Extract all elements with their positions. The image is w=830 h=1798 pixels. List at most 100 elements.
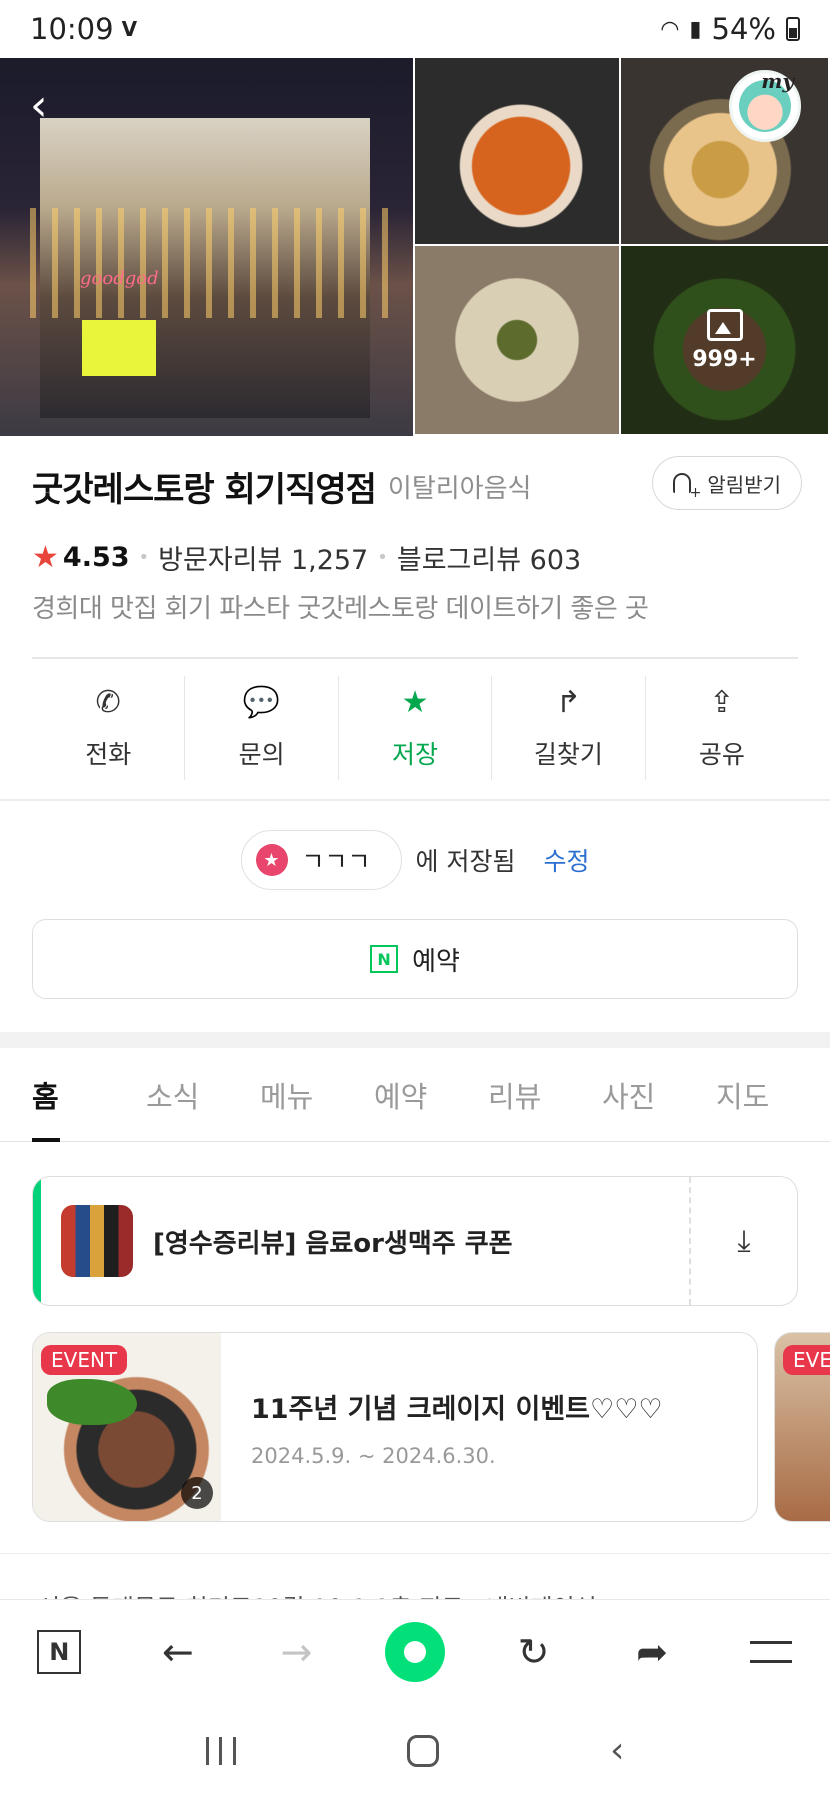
event-title: 11주년 기념 크레이지 이벤트♡♡♡	[251, 1394, 663, 1425]
back-arrow-icon[interactable]: ‹	[30, 84, 70, 128]
event-date: 2024.5.9. ~ 2024.6.30.	[251, 1444, 496, 1468]
naver-home-button[interactable]: N	[29, 1622, 89, 1682]
tab-reservation[interactable]: 예약	[374, 1048, 488, 1141]
photo-count: 999+	[692, 346, 757, 372]
reserve-label: 예약	[412, 946, 460, 977]
photo-dish-1[interactable]	[415, 58, 621, 246]
phone-icon: ✆	[95, 685, 121, 720]
call-label: 전화	[85, 740, 132, 769]
tab-news[interactable]: 소식	[146, 1048, 260, 1141]
separator-dot: •	[138, 547, 150, 568]
recents-icon[interactable]	[205, 1736, 236, 1765]
place-description: 경희대 맛집 회기 파스타 굿갓레스토랑 데이트하기 좋은 곳	[32, 594, 649, 624]
tab-home[interactable]: 홈	[32, 1048, 146, 1142]
inquiry-button[interactable]: 💬 문의	[185, 676, 339, 780]
notify-label: 알림받기	[707, 472, 781, 497]
place-name: 굿갓레스토랑 회기직영점	[32, 470, 377, 510]
back-icon[interactable]: ←	[148, 1622, 208, 1682]
image-icon	[706, 308, 743, 341]
forward-icon[interactable]: →	[266, 1622, 326, 1682]
event-card[interactable]: EVENT 2 11주년 기념 크레이지 이벤트♡♡♡ 2024.5.9. ~ …	[32, 1332, 758, 1522]
status-bar: 10:09 V ◠ ▮ 54%	[0, 0, 830, 58]
photo-dish-2[interactable]	[621, 58, 830, 246]
my-avatar[interactable]: my	[729, 69, 801, 142]
share-icon: ⇪	[709, 685, 735, 720]
naver-n-icon: N	[37, 1629, 82, 1674]
section-separator	[0, 1032, 830, 1048]
event-card-next[interactable]: EVE	[774, 1332, 830, 1522]
status-time: 10:09	[30, 12, 114, 46]
title-row: 굿갓레스토랑 회기직영점 이탈리아음식 알림받기	[32, 456, 802, 511]
green-dot-button[interactable]	[384, 1621, 445, 1682]
coupon-body[interactable]: [영수증리뷰] 음료or생맥주 쿠폰	[41, 1177, 691, 1305]
separator-dot: •	[377, 547, 388, 568]
bell-plus-icon	[673, 473, 701, 501]
download-icon[interactable]: ⤓	[691, 1177, 797, 1305]
coupon-card[interactable]: [영수증리뷰] 음료or생맥주 쿠폰 ⤓	[32, 1176, 798, 1306]
directions-icon: ↱	[555, 685, 581, 720]
photo-gallery[interactable]: goodgod 999+	[0, 58, 830, 436]
browser-toolbar: N ← → ↻ ➦	[0, 1599, 830, 1703]
rating-star-icon: ★	[32, 540, 59, 575]
green-dot-icon	[384, 1621, 445, 1682]
coupon-title: [영수증리뷰] 음료or생맥주 쿠폰	[153, 1228, 513, 1259]
coupon-accent	[33, 1177, 41, 1305]
coupon-thumbnail	[61, 1205, 133, 1277]
hamburger-icon	[749, 1640, 792, 1663]
visitor-reviews-link[interactable]: 방문자리뷰 1,257	[158, 538, 368, 577]
divider	[0, 799, 830, 801]
address-text: 서울 동대문구 회기로10길 10-1 1층 지도 · 내비게이션	[38, 1588, 597, 1599]
call-button[interactable]: ✆ 전화	[32, 676, 186, 780]
saved-row: ★ ㄱㄱㄱ 에 저장됨 수정	[0, 830, 830, 890]
tab-photos[interactable]: 사진	[602, 1048, 716, 1141]
saved-text: 에 저장됨	[415, 847, 516, 876]
event-image-greens	[47, 1379, 137, 1425]
event-info: 11주년 기념 크레이지 이벤트♡♡♡ 2024.5.9. ~ 2024.6.3…	[221, 1333, 663, 1521]
signal-icon: ▮	[689, 16, 702, 42]
home-icon[interactable]	[406, 1734, 439, 1767]
system-back-icon[interactable]: ‹	[610, 1730, 624, 1771]
star-icon: ★	[401, 685, 429, 720]
volte-icon: V	[121, 17, 138, 41]
neon-sign: goodgod	[80, 268, 159, 289]
share-arrow-icon[interactable]: ➦	[622, 1622, 682, 1682]
save-label: 저장	[392, 740, 439, 769]
photo-dish-3[interactable]	[415, 246, 621, 436]
event-badge: EVENT	[41, 1345, 128, 1375]
refresh-icon[interactable]: ↻	[504, 1622, 564, 1682]
event-badge-next: EVE	[783, 1345, 830, 1375]
battery-icon	[786, 17, 800, 41]
saved-folder-name: ㄱㄱㄱ	[301, 847, 371, 876]
rating-row: ★ 4.53 • 방문자리뷰 1,257 • 블로그리뷰 603	[32, 538, 581, 577]
photo-dish-4[interactable]: 999+	[621, 246, 830, 436]
string-lights	[30, 208, 390, 318]
share-label: 공유	[698, 740, 745, 769]
menu-button[interactable]	[741, 1622, 801, 1682]
reserve-button[interactable]: N 예약	[32, 919, 798, 999]
event-image-count: 2	[181, 1477, 213, 1509]
blog-reviews-link[interactable]: 블로그리뷰 603	[397, 538, 581, 577]
directions-button[interactable]: ↱ 길찾기	[492, 676, 646, 780]
tab-reviews[interactable]: 리뷰	[488, 1048, 602, 1141]
battery-percent: 54%	[711, 12, 776, 46]
directions-label: 길찾기	[533, 740, 603, 769]
inquiry-label: 문의	[238, 740, 285, 769]
status-left: 10:09 V	[30, 12, 137, 46]
event-image: EVENT 2	[33, 1333, 221, 1521]
share-button[interactable]: ⇪ 공유	[646, 676, 798, 780]
saved-folder-chip[interactable]: ★ ㄱㄱㄱ	[240, 830, 402, 890]
more-photos-overlay[interactable]: 999+	[621, 246, 828, 434]
tab-bar: 홈 소식 메뉴 예약 리뷰 사진 지도	[0, 1048, 830, 1142]
save-button[interactable]: ★ 저장	[339, 676, 493, 780]
wifi-icon: ◠	[660, 16, 680, 42]
divider	[32, 657, 798, 659]
status-right: ◠ ▮ 54%	[660, 12, 800, 46]
chat-icon: 💬	[242, 685, 281, 720]
tab-menu[interactable]: 메뉴	[260, 1048, 374, 1141]
android-nav-bar: ‹	[0, 1703, 830, 1798]
rating-value: 4.53	[62, 542, 130, 573]
naver-booking-icon: N	[370, 945, 399, 973]
tab-map[interactable]: 지도	[716, 1048, 830, 1141]
notify-button[interactable]: 알림받기	[652, 456, 802, 510]
edit-saved-link[interactable]: 수정	[543, 842, 589, 878]
